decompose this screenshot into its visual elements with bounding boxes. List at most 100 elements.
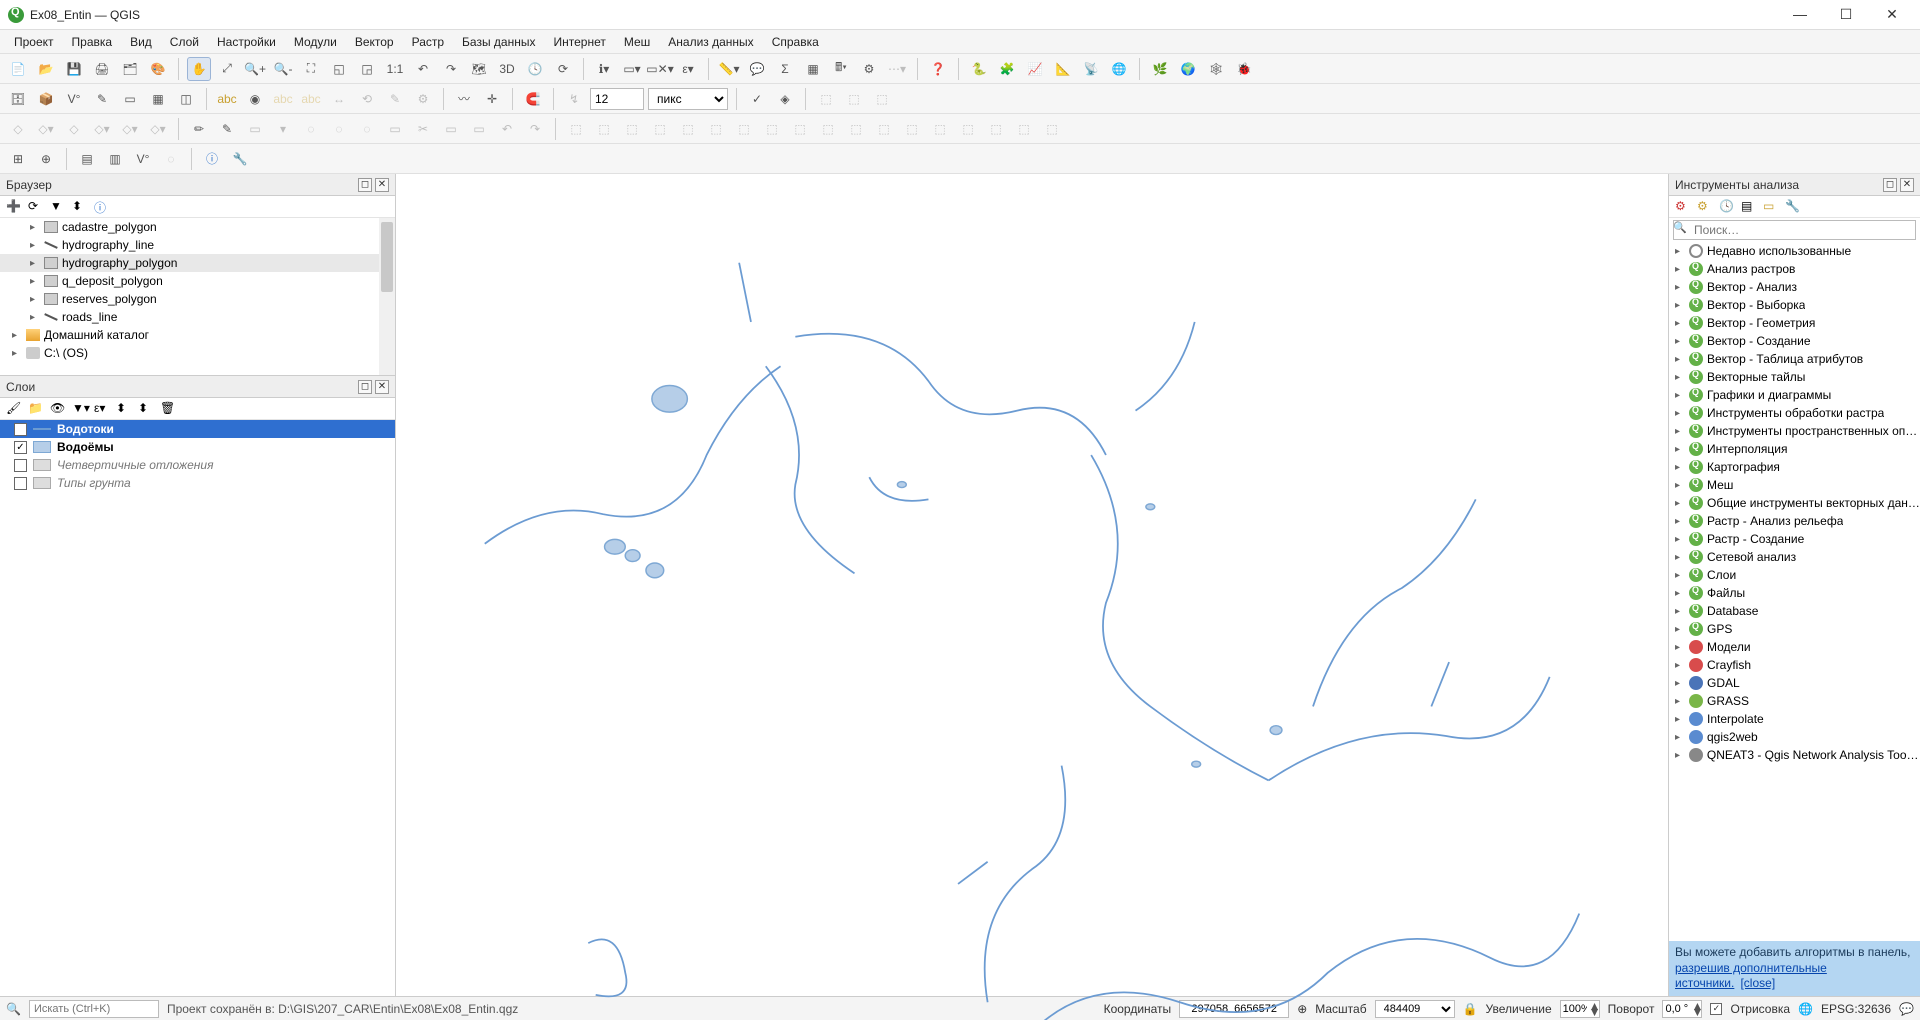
processing-close-button[interactable]: ✕ <box>1900 178 1914 192</box>
grass-icon[interactable]: 🌿 <box>1148 57 1172 81</box>
processing-group[interactable]: ▸Слои <box>1669 566 1920 584</box>
processing-group[interactable]: ▸Сетевой анализ <box>1669 548 1920 566</box>
menu-меш[interactable]: Меш <box>616 32 658 52</box>
processing-tree[interactable]: ▸Недавно использованные▸Анализ растров▸В… <box>1669 242 1920 941</box>
layer-row[interactable]: ✓Водотоки <box>0 420 395 438</box>
node-tool-icon[interactable]: ✛ <box>480 87 504 111</box>
python-icon[interactable]: 🐍 <box>967 57 991 81</box>
browser-item[interactable]: ▸hydrography_polygon <box>0 254 395 272</box>
processing-group[interactable]: ▸Вектор - Выборка <box>1669 296 1920 314</box>
zoom-selection-icon[interactable]: ◱ <box>327 57 351 81</box>
close-button[interactable]: ✕ <box>1878 6 1906 23</box>
identify-icon[interactable]: ℹ▾ <box>592 57 616 81</box>
plugin-e-icon[interactable]: V° <box>131 147 155 171</box>
processing-group[interactable]: ▸Вектор - Анализ <box>1669 278 1920 296</box>
wrench-icon[interactable]: 🔧 <box>228 147 252 171</box>
layers-close-button[interactable]: ✕ <box>375 380 389 394</box>
processing-group[interactable]: ▸Векторные тайлы <box>1669 368 1920 386</box>
layers-style-icon[interactable]: 🖌 <box>6 401 22 417</box>
layer-checkbox[interactable] <box>14 477 27 490</box>
data-source-manager-icon[interactable]: 🗄 <box>6 87 30 111</box>
select-value-icon[interactable]: ε▾ <box>676 57 700 81</box>
browser-scrollbar[interactable] <box>379 218 395 375</box>
toggle-editing-icon[interactable]: ✏ <box>187 117 211 141</box>
menu-справка[interactable]: Справка <box>764 32 827 52</box>
layers-expand-icon[interactable]: ⬍ <box>116 401 132 417</box>
profile-icon[interactable]: 📈 <box>1023 57 1047 81</box>
save-edits-icon[interactable]: ✎ <box>215 117 239 141</box>
browser-float-button[interactable]: ◻ <box>358 178 372 192</box>
diagram-icon[interactable]: ◉ <box>243 87 267 111</box>
layout-manager-icon[interactable]: 🗂 <box>118 57 142 81</box>
layers-visibility-icon[interactable]: 👁 <box>50 401 66 417</box>
menu-правка[interactable]: Правка <box>64 32 121 52</box>
gps-icon[interactable]: 📡 <box>1079 57 1103 81</box>
move-label-icon[interactable]: ↔ <box>327 87 351 111</box>
new-spatialite-icon[interactable]: ✎ <box>90 87 114 111</box>
processing-group[interactable]: ▸GDAL <box>1669 674 1920 692</box>
layers-expression-icon[interactable]: ε▾ <box>94 401 110 417</box>
zoom-out-icon[interactable]: 🔍- <box>271 57 295 81</box>
menu-интернет[interactable]: Интернет <box>545 32 613 52</box>
processing-group[interactable]: ▸Интерполяция <box>1669 440 1920 458</box>
processing-group[interactable]: ▸Растр - Создание <box>1669 530 1920 548</box>
processing-group[interactable]: ▸Crayfish <box>1669 656 1920 674</box>
zoom-native-icon[interactable]: 1:1 <box>383 57 407 81</box>
processing-group[interactable]: ▸Вектор - Таблица атрибутов <box>1669 350 1920 368</box>
save-project-icon[interactable]: 💾 <box>62 57 86 81</box>
layers-collapse-icon[interactable]: ⬍ <box>138 401 154 417</box>
open-project-icon[interactable]: 📂 <box>34 57 58 81</box>
hide-label-icon[interactable]: abc <box>299 87 323 111</box>
layer-checkbox[interactable]: ✓ <box>14 441 27 454</box>
label-props-icon[interactable]: ⚙ <box>411 87 435 111</box>
processing-group[interactable]: ▸Модели <box>1669 638 1920 656</box>
zoom-layer-icon[interactable]: ◲ <box>355 57 379 81</box>
osm-icon[interactable]: 🌍 <box>1176 57 1200 81</box>
menu-модули[interactable]: Модули <box>286 32 345 52</box>
snapping-icon[interactable]: 🧲 <box>521 87 545 111</box>
menu-настройки[interactable]: Настройки <box>209 32 284 52</box>
pan-to-selection-icon[interactable]: ⤢ <box>215 57 239 81</box>
processing-search-input[interactable] <box>1673 220 1916 240</box>
processing-group[interactable]: ▸Графики и диаграммы <box>1669 386 1920 404</box>
trace-icon[interactable]: ↯ <box>562 87 586 111</box>
attribute-table-icon[interactable]: ▦ <box>801 57 825 81</box>
topology-checker-icon[interactable]: ✓ <box>745 87 769 111</box>
processing-group[interactable]: ▸Инструменты пространственных оп… <box>1669 422 1920 440</box>
processing-group[interactable]: ▸Недавно использованные <box>1669 242 1920 260</box>
map-canvas[interactable] <box>396 174 1668 996</box>
plugin-icon[interactable]: 🧩 <box>995 57 1019 81</box>
browser-collapse-icon[interactable]: ⬍ <box>72 199 88 215</box>
rotate-label-icon[interactable]: ⟲ <box>355 87 379 111</box>
layer-checkbox[interactable] <box>14 459 27 472</box>
info-icon[interactable]: ⓘ <box>200 147 224 171</box>
layers-add-group-icon[interactable]: 📁 <box>28 401 44 417</box>
field-calc-icon[interactable]: 🖩▾ <box>829 57 853 81</box>
history-icon[interactable]: ⋯▾ <box>885 57 909 81</box>
browser-close-button[interactable]: ✕ <box>375 178 389 192</box>
metasearch-icon[interactable]: 🌐 <box>1107 57 1131 81</box>
web-icon[interactable]: 🕸 <box>1204 57 1228 81</box>
processing-group[interactable]: ▸Database <box>1669 602 1920 620</box>
processing-group[interactable]: ▸Инструменты обработки растра <box>1669 404 1920 422</box>
browser-refresh-icon[interactable]: ⟳ <box>28 199 44 215</box>
notice-close[interactable]: [close] <box>1740 976 1775 990</box>
label-toolbar-icon[interactable]: abc <box>215 87 239 111</box>
menu-вид[interactable]: Вид <box>122 32 160 52</box>
new-3d-view-icon[interactable]: 3D <box>495 57 519 81</box>
browser-item[interactable]: ▸cadastre_polygon <box>0 218 395 236</box>
processing-group[interactable]: ▸Анализ растров <box>1669 260 1920 278</box>
menu-базы данных[interactable]: Базы данных <box>454 32 543 52</box>
plugin-a-icon[interactable]: ⊞ <box>6 147 30 171</box>
change-label-icon[interactable]: ✎ <box>383 87 407 111</box>
layers-filter-icon[interactable]: ▼▾ <box>72 401 88 417</box>
locator-search-input[interactable] <box>29 1000 159 1018</box>
processing-group[interactable]: ▸Растр - Анализ рельефа <box>1669 512 1920 530</box>
plugin-c-icon[interactable]: ▤ <box>75 147 99 171</box>
new-mesh-icon[interactable]: ◫ <box>174 87 198 111</box>
new-print-layout-icon[interactable]: 🖨 <box>90 57 114 81</box>
menu-растр[interactable]: Растр <box>404 32 452 52</box>
select-features-icon[interactable]: ▭▾ <box>620 57 644 81</box>
browser-filter-icon[interactable]: ▼ <box>50 199 66 215</box>
processing-group[interactable]: ▸GRASS <box>1669 692 1920 710</box>
